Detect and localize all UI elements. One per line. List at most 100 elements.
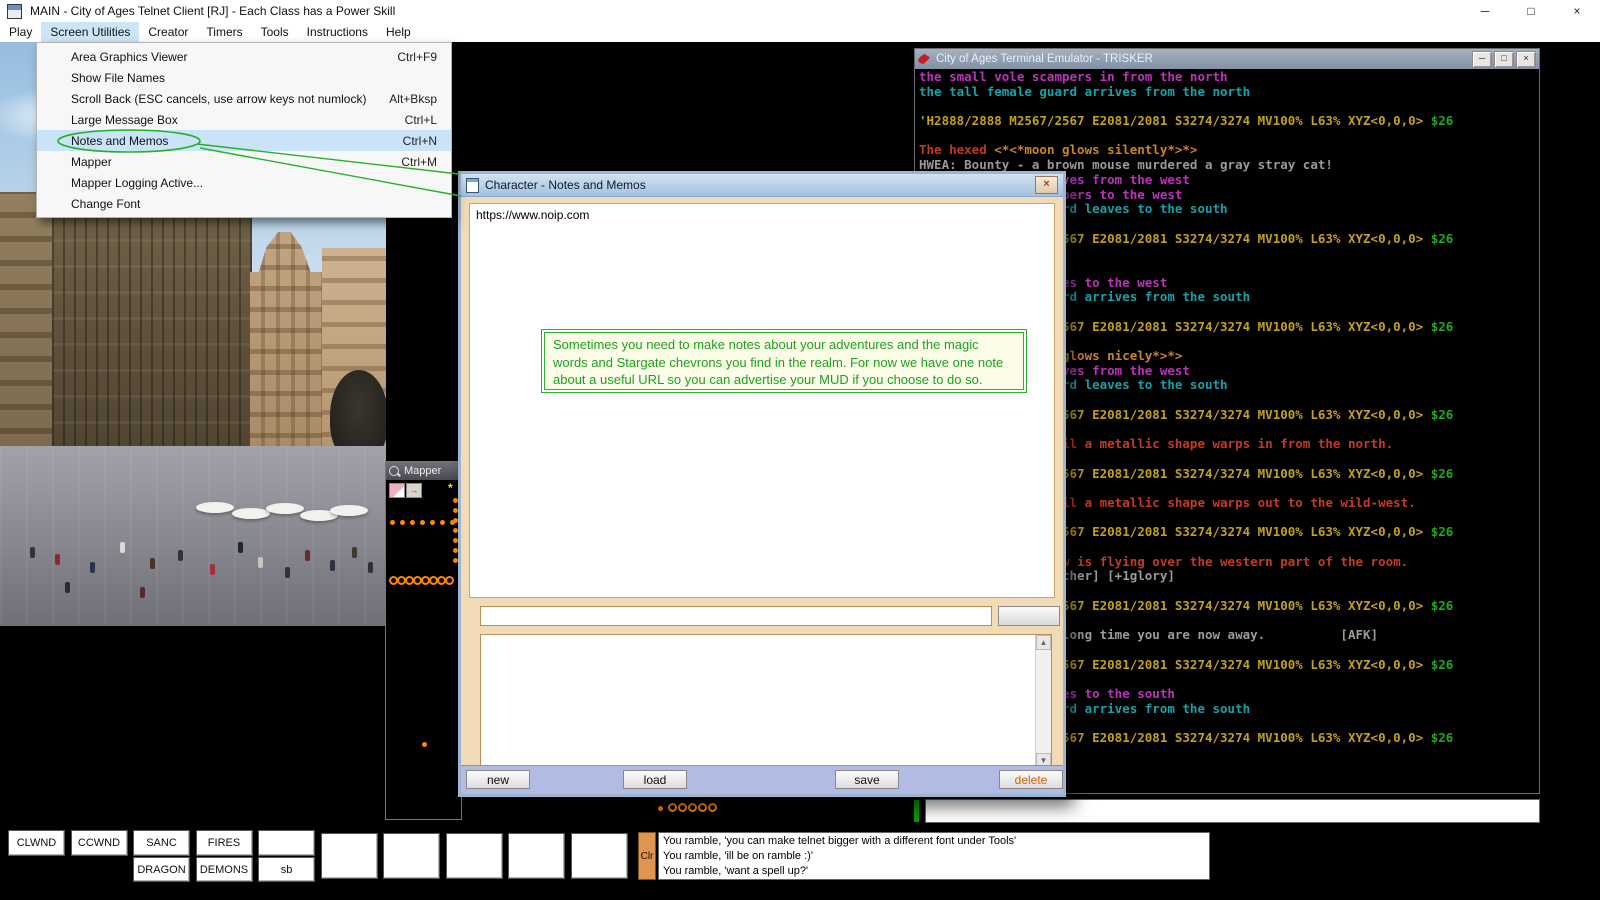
photo-person xyxy=(120,542,125,553)
menu-item-shortcut: Ctrl+F9 xyxy=(397,50,437,64)
toolbar-button-demons[interactable]: DEMONS xyxy=(196,857,253,882)
main-window-title: MAIN - City of Ages Telnet Client [RJ] -… xyxy=(30,4,395,18)
toolbar-button-dragon[interactable]: DRAGON xyxy=(133,857,190,882)
map-star-icon: * xyxy=(448,484,453,492)
main-titlebar: MAIN - City of Ages Telnet Client [RJ] -… xyxy=(0,0,1600,22)
toolbar-button-fires[interactable]: FIRES xyxy=(196,830,253,856)
toolbar-button[interactable] xyxy=(508,833,565,879)
terminal-maximize-button[interactable]: □ xyxy=(1494,51,1514,68)
toolbar-button[interactable] xyxy=(571,833,628,879)
delete-button[interactable]: delete xyxy=(999,770,1063,789)
eraser-icon[interactable] xyxy=(389,483,405,498)
terminal-close-button[interactable]: × xyxy=(1516,51,1536,68)
map-room-ring xyxy=(678,803,687,812)
menu-item-show-file-names[interactable]: Show File Names xyxy=(37,67,451,88)
photo-person xyxy=(178,550,183,561)
screen-utilities-menu: Area Graphics ViewerCtrl+F9Show File Nam… xyxy=(36,42,452,218)
toolbar-button[interactable] xyxy=(258,830,315,856)
photo-person xyxy=(65,582,70,593)
menu-item-large-message-box[interactable]: Large Message BoxCtrl+L xyxy=(37,109,451,130)
toolbar-button-sanc[interactable]: SANC xyxy=(133,830,190,856)
photo-person xyxy=(305,550,310,561)
terminal-titlebar: City of Ages Terminal Emulator - TRISKER… xyxy=(915,49,1539,69)
arrow-icon[interactable]: → xyxy=(406,483,422,498)
toolbar-button-sb[interactable]: sb xyxy=(258,857,315,882)
command-input[interactable] xyxy=(925,799,1540,823)
photo-person xyxy=(150,558,155,569)
map-room-dot xyxy=(450,520,455,525)
photo-person xyxy=(368,562,373,573)
map-room-dot xyxy=(410,520,415,525)
memo-text-area[interactable]: ▲ ▼ xyxy=(480,634,1052,769)
menu-item-mapper[interactable]: MapperCtrl+M xyxy=(37,151,451,172)
clear-button[interactable]: Clr xyxy=(638,832,656,880)
note-lookup-button[interactable] xyxy=(998,606,1060,626)
toolbar-button-ccwnd[interactable]: CCWND xyxy=(71,830,128,856)
annotation-callout: Sometimes you need to make notes about y… xyxy=(544,332,1024,390)
note-url-text: https://www.noip.com xyxy=(476,208,589,222)
map-room-dot xyxy=(422,742,427,747)
note-icon xyxy=(466,178,479,193)
photo-person xyxy=(330,560,335,571)
map-room-dot xyxy=(658,806,663,811)
scroll-up-icon[interactable]: ▲ xyxy=(1036,635,1051,650)
menu-item-area-graphics-viewer[interactable]: Area Graphics ViewerCtrl+F9 xyxy=(37,46,451,67)
menu-item-mapper-logging-active[interactable]: Mapper Logging Active... xyxy=(37,172,451,193)
terminal-icon xyxy=(918,54,930,64)
photo-person xyxy=(210,564,215,575)
minimize-button[interactable]: ─ xyxy=(1462,0,1508,22)
close-button[interactable]: × xyxy=(1554,0,1600,22)
map-room-ring xyxy=(668,803,677,812)
main-menubar: PlayScreen UtilitiesCreatorTimersToolsIn… xyxy=(0,22,1600,42)
mapper-titlebar: Mapper xyxy=(386,462,461,480)
toolbar-button[interactable] xyxy=(383,833,440,879)
menu-item-shortcut: Ctrl+N xyxy=(403,134,437,148)
photo-person xyxy=(55,554,60,565)
menu-item-label: Large Message Box xyxy=(71,113,387,127)
ramble-message: You ramble, 'you can make telnet bigger … xyxy=(663,834,1205,849)
mapper-window: Mapper → * xyxy=(385,461,462,820)
menu-item-scroll-back-esc-cancels-use-arrow-keys-not-numlock[interactable]: Scroll Back (ESC cancels, use arrow keys… xyxy=(37,88,451,109)
mapper-canvas[interactable]: → * xyxy=(387,481,460,818)
menu-tools[interactable]: Tools xyxy=(252,22,298,42)
menu-item-notes-and-memos[interactable]: Notes and Memos Ctrl+N xyxy=(37,130,451,151)
map-room-ring xyxy=(698,803,707,812)
new-button[interactable]: new xyxy=(466,770,530,789)
dialog-close-button[interactable]: × xyxy=(1035,176,1058,194)
photo-umbrella xyxy=(330,505,368,516)
menu-creator[interactable]: Creator xyxy=(139,22,197,42)
terminal-line xyxy=(919,129,1536,144)
photo-person xyxy=(140,587,145,598)
load-button[interactable]: load xyxy=(623,770,687,789)
maximize-button[interactable]: □ xyxy=(1508,0,1554,22)
map-room-dot xyxy=(440,520,445,525)
notes-text-area[interactable]: https://www.noip.com Sometimes you need … xyxy=(469,203,1055,598)
map-room-ring xyxy=(708,803,717,812)
toolbar-button-clwnd[interactable]: CLWND xyxy=(8,830,65,856)
map-room-ring xyxy=(445,576,454,585)
menu-play[interactable]: Play xyxy=(0,22,41,42)
menu-item-shortcut: Alt+Bksp xyxy=(389,92,437,106)
dialog-buttons: new load save delete xyxy=(461,765,1063,794)
terminal-minimize-button[interactable]: ─ xyxy=(1472,51,1492,68)
terminal-status-line: 'H2888/2888 M2567/2567 E2081/2081 S3274/… xyxy=(919,114,1536,129)
map-room-ring xyxy=(688,803,697,812)
menu-help[interactable]: Help xyxy=(377,22,420,42)
menu-screen-utilities[interactable]: Screen Utilities xyxy=(41,22,139,42)
ramble-messages: You ramble, 'you can make telnet bigger … xyxy=(658,832,1210,880)
save-button[interactable]: save xyxy=(835,770,899,789)
menu-timers[interactable]: Timers xyxy=(197,22,251,42)
toolbar-button[interactable] xyxy=(321,833,378,879)
toolbar-button[interactable] xyxy=(446,833,503,879)
menu-item-label: Notes and Memos xyxy=(71,134,385,148)
note-title-input[interactable] xyxy=(480,606,992,626)
photo-person xyxy=(352,547,357,558)
terminal-line: the small vole scampers in from the nort… xyxy=(919,70,1536,85)
command-bar xyxy=(914,799,1540,823)
memo-scrollbar[interactable]: ▲ ▼ xyxy=(1035,635,1051,768)
photo-umbrella xyxy=(196,502,234,513)
map-room-dot xyxy=(430,520,435,525)
menu-item-change-font[interactable]: Change Font xyxy=(37,193,451,214)
menu-item-label: Mapper xyxy=(71,155,383,169)
menu-instructions[interactable]: Instructions xyxy=(298,22,377,42)
